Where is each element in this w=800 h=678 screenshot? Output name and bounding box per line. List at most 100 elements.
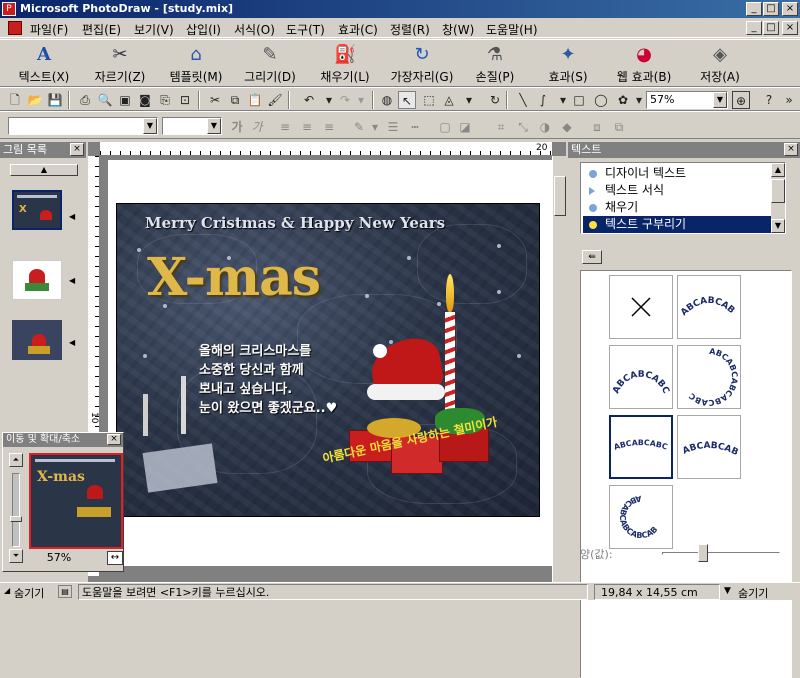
more-icon[interactable]: »: [780, 91, 798, 109]
navigator-preview[interactable]: X-mas: [29, 453, 123, 549]
camera-icon[interactable]: ◙: [136, 91, 154, 109]
doc-minimize-button[interactable]: _: [746, 21, 762, 35]
maximize-button[interactable]: □: [763, 2, 779, 16]
close-icon[interactable]: ×: [784, 143, 798, 156]
globe-icon[interactable]: ◍: [378, 91, 396, 109]
line-color-dropdown-icon[interactable]: ▾: [366, 118, 384, 136]
zoom-slider-thumb[interactable]: [10, 516, 22, 522]
chevron-down-icon[interactable]: ▼: [143, 118, 157, 134]
fit-width-icon[interactable]: ↔: [107, 551, 123, 565]
menu-window[interactable]: 창(W): [442, 21, 474, 38]
chevron-down-icon[interactable]: ▼: [724, 586, 731, 596]
close-icon[interactable]: ×: [70, 143, 84, 156]
chevron-down-icon[interactable]: ▼: [207, 118, 221, 134]
zoom-fit-icon[interactable]: ⊕: [732, 91, 750, 109]
scan-icon[interactable]: ▣: [116, 91, 134, 109]
scroll-up-button[interactable]: ▲: [10, 164, 78, 176]
bend-option-ring[interactable]: ABCABCABCABCAB: [609, 485, 673, 549]
pointer-icon[interactable]: ↖: [398, 91, 416, 109]
close-button[interactable]: ×: [782, 2, 798, 16]
print-preview-icon[interactable]: 🔍: [96, 91, 114, 109]
scroll-thumb[interactable]: [554, 176, 566, 216]
menu-help[interactable]: 도움말(H): [486, 21, 538, 38]
zoom-in-icon[interactable]: ⏶: [9, 453, 23, 467]
doc-restore-button[interactable]: □: [763, 21, 779, 35]
list-item-text-format[interactable]: 텍스트 서식: [583, 182, 773, 199]
select-icon[interactable]: ⬚: [420, 91, 438, 109]
touch-up-button[interactable]: ⚗ 손질(P): [466, 42, 524, 86]
crop-button[interactable]: ✂ 자르기(Z): [88, 42, 152, 86]
template-button[interactable]: ⌂ 템플릿(M): [164, 42, 228, 86]
curve-icon[interactable]: ∫: [534, 91, 552, 109]
bend-option-arch-up[interactable]: ABCABCABC: [675, 271, 741, 339]
copy-icon[interactable]: ⧉: [226, 91, 244, 109]
open-icon[interactable]: 📂: [26, 91, 44, 109]
save-button[interactable]: ◈ 저장(A): [688, 42, 752, 86]
list-item-designer-text[interactable]: 디자이너 텍스트: [583, 165, 773, 182]
bend-option-arch[interactable]: ABCABCABC: [609, 345, 673, 409]
bold-icon[interactable]: 가: [228, 118, 246, 136]
scroll-down-icon[interactable]: ▼: [771, 219, 785, 233]
undo-icon[interactable]: ↶: [300, 91, 318, 109]
menu-insert[interactable]: 삽입(I): [186, 21, 221, 38]
menu-format[interactable]: 서식(O): [234, 21, 275, 38]
dash-style-icon[interactable]: ┅: [406, 118, 424, 136]
rectangle-icon[interactable]: □: [570, 91, 588, 109]
digital-camera-icon[interactable]: ⊡: [176, 91, 194, 109]
bend-option-slant[interactable]: ABCABCABC: [675, 409, 741, 479]
menu-arrange[interactable]: 정렬(R): [390, 21, 430, 38]
zoom-out-icon[interactable]: ⏷: [9, 549, 23, 563]
align-center-icon[interactable]: ≡: [298, 118, 316, 136]
draw-button[interactable]: ✎ 그리기(D): [238, 42, 302, 86]
paste-icon[interactable]: 📋: [246, 91, 264, 109]
rotate-tool-icon[interactable]: ↻: [486, 91, 504, 109]
help-icon[interactable]: ?: [760, 91, 778, 109]
save-icon[interactable]: 💾: [46, 91, 64, 109]
menu-edit[interactable]: 편집(E): [82, 21, 121, 38]
bend-option-circle[interactable]: ABCABCABCABCABC: [677, 345, 741, 409]
hide-right-button[interactable]: 숨기기: [738, 585, 768, 601]
ellipse-icon[interactable]: ◯: [592, 91, 610, 109]
line-style-icon[interactable]: ☰: [384, 118, 402, 136]
web-effects-button[interactable]: ◕ 웹 효과(B): [608, 42, 680, 86]
scroll-thumb[interactable]: [771, 179, 785, 203]
cut-icon[interactable]: ✂: [206, 91, 224, 109]
doc-close-button[interactable]: ×: [782, 21, 798, 35]
print-icon[interactable]: ⎙: [76, 91, 94, 109]
christmas-card-image[interactable]: Merry Cristmas & Happy New Years X-mas 올…: [116, 203, 540, 517]
text-button[interactable]: A 텍스트(X): [12, 42, 76, 86]
scroll-up-icon[interactable]: ▲: [771, 163, 785, 177]
menu-file[interactable]: 파일(F): [30, 21, 68, 38]
color-fill-icon[interactable]: ◆: [558, 118, 576, 136]
font-size-combo[interactable]: ▼: [162, 117, 222, 135]
list-scrollbar[interactable]: ▲ ▼: [771, 163, 785, 233]
list-item-bend-text[interactable]: 텍스트 구부리기: [583, 216, 773, 233]
group-icon[interactable]: ⧈: [588, 118, 606, 136]
fill-button[interactable]: ⛽ 채우기(L): [312, 42, 378, 86]
close-icon[interactable]: ×: [107, 434, 121, 445]
menu-view[interactable]: 보기(V): [134, 21, 174, 38]
document-icon[interactable]: [8, 21, 22, 35]
panel-toggle-icon[interactable]: ▤: [58, 585, 72, 598]
picture-thumbnail[interactable]: X: [12, 190, 62, 230]
font-combo[interactable]: ▼: [8, 117, 158, 135]
menu-effects[interactable]: 효과(C): [338, 21, 378, 38]
menu-tools[interactable]: 도구(T): [286, 21, 325, 38]
fill-dropdown-icon[interactable]: ▾: [460, 91, 478, 109]
align-left-icon[interactable]: ≡: [276, 118, 294, 136]
hide-left-button[interactable]: 숨기기: [14, 585, 44, 601]
ungroup-icon[interactable]: ⧉: [610, 118, 628, 136]
picture-thumbnail[interactable]: [12, 320, 62, 360]
align-right-icon[interactable]: ≡: [320, 118, 338, 136]
fill-tool-icon[interactable]: ◬: [440, 91, 458, 109]
vertical-scrollbar[interactable]: [552, 156, 566, 582]
line-icon[interactable]: ╲: [514, 91, 532, 109]
zoom-slider[interactable]: [10, 473, 22, 547]
zoom-combo[interactable]: 57% ▼: [646, 91, 728, 109]
picture-thumbnail[interactable]: [12, 260, 62, 300]
italic-icon[interactable]: 가: [248, 118, 266, 136]
back-icon[interactable]: ⇚: [582, 250, 602, 264]
minimize-button[interactable]: _: [746, 2, 762, 16]
effects-button[interactable]: ✦ 효과(S): [538, 42, 598, 86]
edge-button[interactable]: ↻ 가장자리(G): [384, 42, 460, 86]
